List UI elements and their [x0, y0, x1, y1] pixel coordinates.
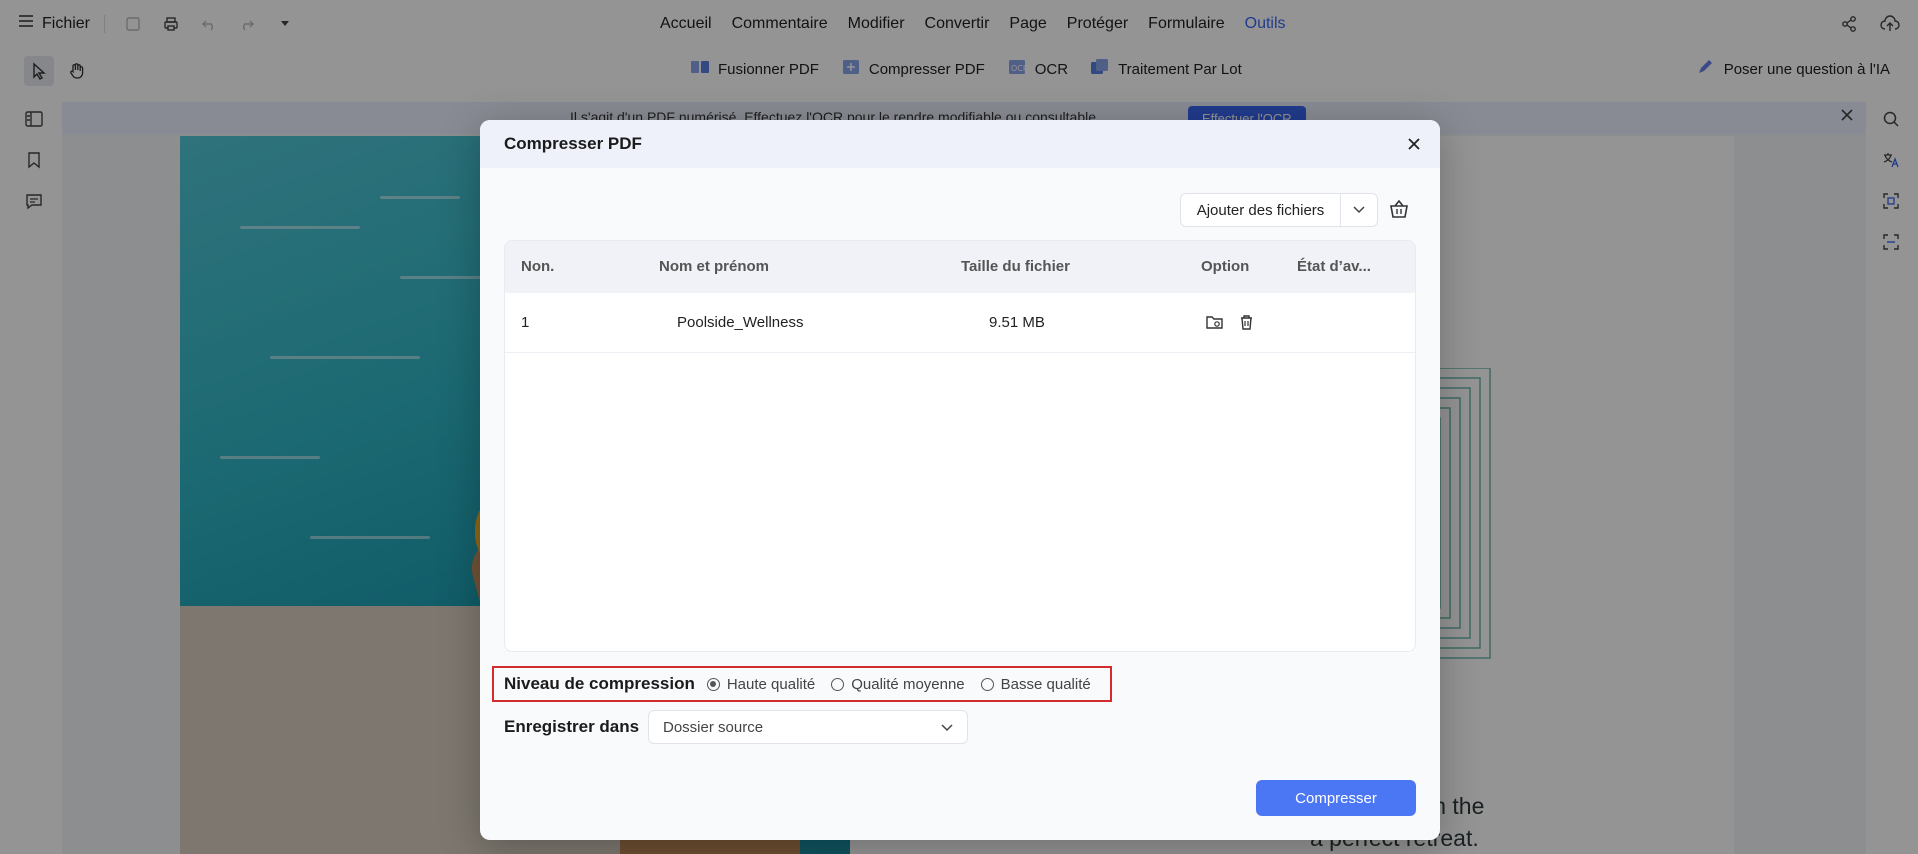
clear-list-basket-icon[interactable]: [1388, 198, 1410, 225]
compress-button[interactable]: Compresser: [1256, 780, 1416, 816]
radio-high-quality-label: Haute qualité: [726, 675, 816, 693]
radio-high-quality[interactable]: Haute qualité: [706, 675, 816, 693]
radio-unselected-icon: [980, 677, 994, 691]
compression-level-label: Niveau de compression: [504, 674, 695, 693]
column-header-name: Nom et prénom: [659, 258, 770, 275]
radio-low-quality-label: Basse qualité: [1000, 675, 1091, 693]
radio-unselected-icon: [831, 677, 845, 691]
save-location-value: Dossier source: [663, 718, 764, 736]
radio-low-quality[interactable]: Basse qualité: [980, 675, 1091, 693]
chevron-down-icon[interactable]: [1341, 194, 1377, 226]
compression-level-group: Niveau de compression Haute qualité Qual…: [492, 666, 1112, 702]
file-table: Non. Nom et prénom Taille du fichier Opt…: [504, 240, 1416, 652]
row-number: 1: [521, 314, 530, 331]
trash-icon[interactable]: [1237, 313, 1255, 331]
column-header-size: Taille du fichier: [961, 258, 1070, 275]
table-row[interactable]: 1 Poolside_Wellness 9.51 MB: [505, 293, 1415, 353]
row-options: [1205, 313, 1255, 331]
table-header: Non. Nom et prénom Taille du fichier Opt…: [505, 241, 1415, 293]
radio-medium-quality[interactable]: Qualité moyenne: [831, 675, 965, 693]
column-header-status: État d’av...: [1297, 258, 1371, 275]
row-file-size: 9.51 MB: [989, 314, 1045, 331]
dialog-header: Compresser PDF: [480, 120, 1440, 168]
add-files-button[interactable]: Ajouter des fichiers: [1181, 194, 1341, 226]
chevron-down-icon: [941, 719, 953, 736]
save-location-label: Enregistrer dans: [504, 717, 640, 736]
close-icon[interactable]: [1404, 134, 1424, 154]
column-header-number: Non.: [521, 258, 555, 275]
column-header-option: Option: [1201, 258, 1250, 275]
save-location-select[interactable]: Dossier source: [648, 710, 968, 744]
add-files-group: Ajouter des fichiers: [1180, 193, 1378, 227]
row-file-name: Poolside_Wellness: [677, 314, 804, 331]
radio-selected-icon: [706, 677, 720, 691]
radio-medium-quality-label: Qualité moyenne: [851, 675, 965, 693]
dialog-title: Compresser PDF: [504, 134, 642, 153]
compress-pdf-dialog: Compresser PDF Ajouter des fichiers Non.…: [480, 120, 1440, 840]
open-folder-icon[interactable]: [1205, 313, 1223, 331]
